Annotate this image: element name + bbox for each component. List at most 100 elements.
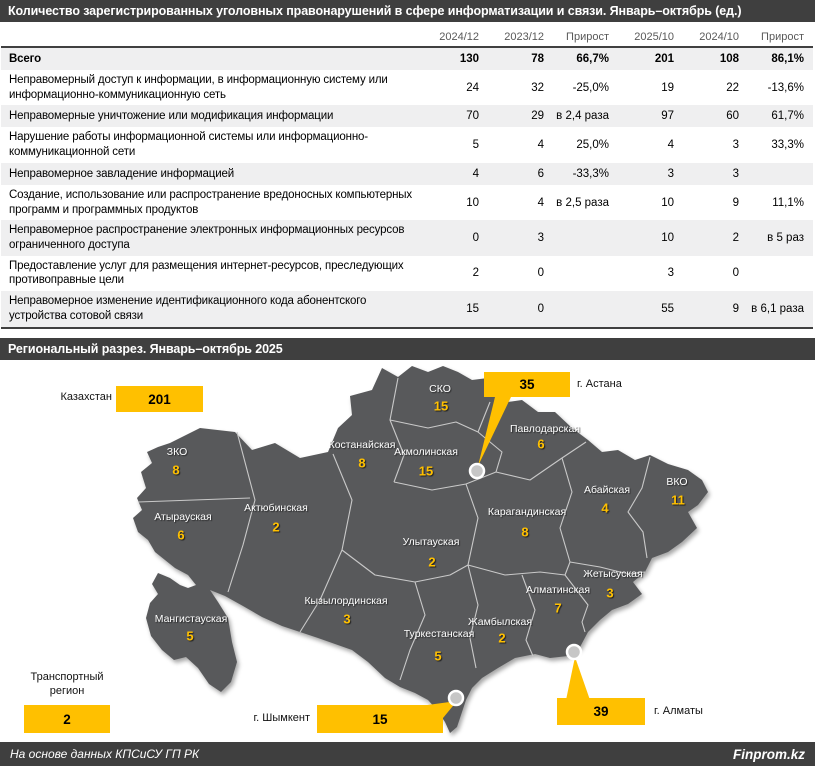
cell-value: 22 (681, 82, 746, 94)
map-region-value: 2 (498, 631, 505, 646)
cell-value: 4 (486, 197, 551, 209)
cell-value: 61,7% (746, 110, 811, 122)
column-header: 2024/12 (421, 31, 486, 43)
row-label: Неправомерный доступ к информации, в инф… (1, 70, 421, 105)
cell-value: 3 (486, 232, 551, 244)
cell-value: 9 (681, 303, 746, 315)
map-region-value: 8 (358, 456, 365, 471)
map-region-label: ЗКО (167, 446, 188, 458)
cell-value: 108 (681, 53, 746, 65)
map-region-label: Жетысуская (583, 568, 642, 580)
map-region-label: Мангистауская (155, 613, 228, 625)
map-region-value: 6 (537, 437, 544, 452)
row-label: Нарушение работы информационной системы … (1, 127, 421, 162)
cell-value: 130 (421, 53, 486, 65)
map-region-label: Акмолинская (394, 446, 458, 458)
cell-value: 0 (421, 232, 486, 244)
cell-value: 3 (616, 168, 681, 180)
map-region-value: 8 (521, 525, 528, 540)
crime-table: 2024/122023/12Прирост2025/102024/10Приро… (1, 27, 813, 329)
map-region-value: 8 (172, 463, 179, 478)
map-region-value: 2 (272, 520, 279, 535)
cell-value: 0 (681, 267, 746, 279)
map-region-label: Туркестанская (404, 628, 475, 640)
cell-value: 97 (616, 110, 681, 122)
cell-value: 60 (681, 110, 746, 122)
table-header-row: 2024/122023/12Прирост2025/102024/10Приро… (1, 27, 813, 46)
cell-value: 78 (486, 53, 551, 65)
column-header: Прирост (746, 31, 811, 43)
row-label: Неправомерное распространение электронны… (1, 220, 421, 255)
map-region-label: Кызылординская (304, 595, 387, 607)
cell-value: -13,6% (746, 82, 811, 94)
row-label: Создание, использование или распростране… (1, 185, 421, 220)
cell-value: 201 (616, 53, 681, 65)
cell-value: 10 (616, 197, 681, 209)
cell-value: 0 (486, 303, 551, 315)
column-header: 2025/10 (616, 31, 681, 43)
cell-value: 32 (486, 82, 551, 94)
table-row: Неправомерные уничтожение или модификаци… (1, 105, 813, 127)
page-title: Количество зарегистрированных уголовных … (0, 0, 815, 22)
cell-value: 4 (486, 139, 551, 151)
cell-value: 86,1% (746, 53, 811, 65)
cell-value: в 5 раз (746, 232, 811, 244)
cell-value: 10 (616, 232, 681, 244)
cell-value: 24 (421, 82, 486, 94)
map-area: Казахстан 201 35 г. Астана 39 г. Алматы … (0, 360, 815, 741)
table-row: Нарушение работы информационной системы … (1, 127, 813, 162)
table-row: Неправомерное завладение информацией46-3… (1, 163, 813, 185)
row-label: Всего (1, 49, 421, 70)
map-region-value: 5 (434, 649, 441, 664)
map-region-label: Костанайская (329, 439, 396, 451)
map-region-label: СКО (429, 383, 451, 395)
cell-value: 4 (616, 139, 681, 151)
cell-value: 33,3% (746, 139, 811, 151)
data-source-note: На основе данных КПСиСУ ГП РК (10, 747, 199, 761)
cell-value: в 6,1 раза (746, 303, 811, 315)
map-region-value: 6 (177, 528, 184, 543)
cell-value: 25,0% (551, 139, 616, 151)
table-row: Неправомерное распространение электронны… (1, 220, 813, 255)
row-label: Неправомерное завладение информацией (1, 164, 421, 185)
cell-value: 10 (421, 197, 486, 209)
cell-value: 3 (681, 168, 746, 180)
map-region-label: ВКО (666, 476, 687, 488)
row-label: Неправомерные уничтожение или модификаци… (1, 106, 421, 127)
map-region-label: Карагандинская (488, 506, 566, 518)
map-region-label: Улытауская (403, 536, 460, 548)
table-row: Создание, использование или распростране… (1, 185, 813, 220)
map-region-value: 15 (434, 399, 448, 414)
column-header: Прирост (551, 31, 616, 43)
cell-value: 9 (681, 197, 746, 209)
map-region-value: 2 (428, 555, 435, 570)
map-region-value: 7 (554, 601, 561, 616)
map-region-label: Актюбинская (244, 502, 308, 514)
column-header: 2024/10 (681, 31, 746, 43)
cell-value: 70 (421, 110, 486, 122)
map-region-value: 4 (601, 501, 608, 516)
cell-value: 15 (421, 303, 486, 315)
cell-value: 66,7% (551, 53, 616, 65)
cell-value: 29 (486, 110, 551, 122)
region-labels-layer: СКО15Акмолинская15Костанайская8Павлодарс… (0, 360, 815, 741)
cell-value: 55 (616, 303, 681, 315)
footer-bar: На основе данных КПСиСУ ГП РК Finprom.kz (0, 742, 815, 766)
map-region-value: 15 (419, 464, 433, 479)
cell-value: 2 (681, 232, 746, 244)
cell-value: 0 (486, 267, 551, 279)
map-region-label: Атырауская (154, 511, 211, 523)
map-region-value: 3 (606, 586, 613, 601)
region-section-title: Региональный разрез. Январь–октябрь 2025 (0, 338, 815, 360)
cell-value: 19 (616, 82, 681, 94)
map-region-value: 3 (343, 612, 350, 627)
cell-value: 2 (421, 267, 486, 279)
brand-logo: Finprom.kz (733, 747, 805, 762)
row-label: Неправомерное изменение идентификационно… (1, 291, 421, 326)
table-row: Всего1307866,7%20110886,1% (1, 48, 813, 70)
map-region-label: Абайская (584, 484, 630, 496)
cell-value: в 2,4 раза (551, 110, 616, 122)
cell-value: в 2,5 раза (551, 197, 616, 209)
cell-value: 6 (486, 168, 551, 180)
map-region-value: 5 (186, 629, 193, 644)
